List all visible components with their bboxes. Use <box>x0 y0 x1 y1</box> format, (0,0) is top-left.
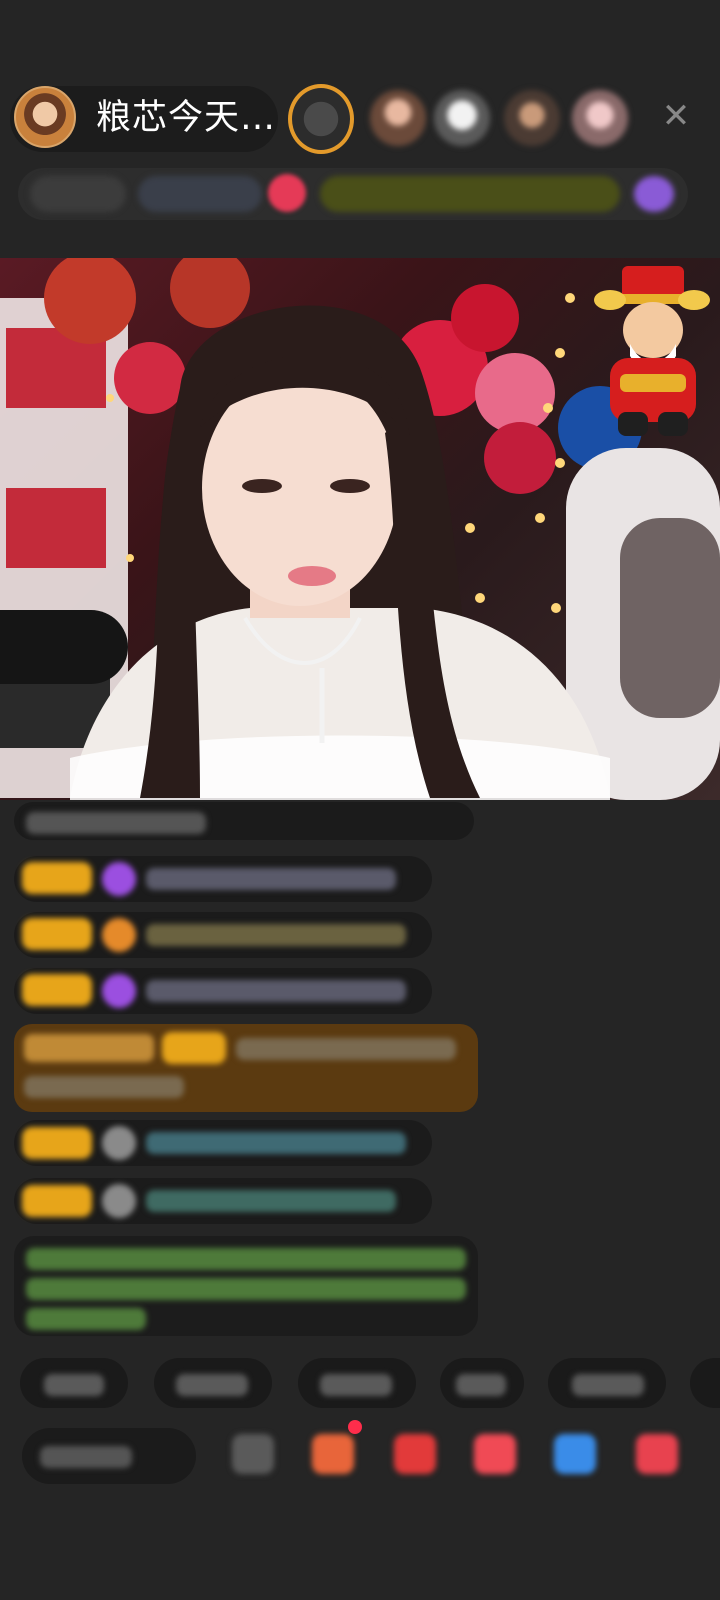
tag[interactable] <box>320 176 620 212</box>
microphone-icon <box>0 610 128 684</box>
quick-action-label <box>572 1374 644 1396</box>
chat-message-text <box>146 1190 396 1212</box>
level-badge <box>22 1127 92 1159</box>
quick-action-label <box>456 1374 506 1396</box>
gift-bag-icon[interactable] <box>394 1434 436 1474</box>
comment-input-placeholder <box>40 1446 132 1468</box>
notification-dot <box>348 1420 362 1434</box>
chat-message-text <box>146 980 406 1002</box>
purple-gem-icon <box>102 974 136 1008</box>
highlight-tag <box>24 1034 154 1062</box>
chat-message-text <box>146 1132 406 1154</box>
avatar-icon <box>102 1126 136 1160</box>
host-name[interactable]: 粮芯今天… <box>96 96 276 140</box>
level-badge <box>22 862 92 894</box>
level-badge <box>162 1032 226 1064</box>
viewer-avatar[interactable] <box>572 90 628 146</box>
level-badge <box>22 1185 92 1217</box>
level-badge <box>22 918 92 950</box>
god-of-wealth-icon <box>594 266 710 436</box>
level-badge <box>22 974 92 1006</box>
chat-message-text <box>236 1038 456 1060</box>
emoji-icon[interactable] <box>232 1434 274 1474</box>
quick-action-button[interactable] <box>690 1358 720 1408</box>
quick-action-label <box>320 1374 392 1396</box>
live-video[interactable] <box>0 258 720 800</box>
quick-action-label <box>176 1374 248 1396</box>
purple-gem-icon <box>102 862 136 896</box>
orange-icon <box>102 918 136 952</box>
viewer-avatar[interactable] <box>504 90 560 146</box>
red-circle-icon[interactable] <box>268 174 306 212</box>
chat-message-text <box>146 924 406 946</box>
avatar-icon <box>102 1184 136 1218</box>
purple-icon[interactable] <box>634 176 674 212</box>
prize-icon[interactable] <box>636 1434 678 1474</box>
tag[interactable] <box>30 176 126 212</box>
system-notice-text <box>26 1308 146 1330</box>
quick-action-label <box>44 1374 104 1396</box>
system-notice-text <box>26 1278 466 1300</box>
chat-message-text <box>26 812 206 834</box>
system-notice-text <box>26 1248 466 1270</box>
gift-box-icon[interactable] <box>312 1434 354 1474</box>
close-icon[interactable]: ✕ <box>656 96 696 136</box>
god-of-wealth-sticker[interactable] <box>592 264 712 440</box>
viewer-avatar[interactable] <box>370 90 426 146</box>
tag[interactable] <box>138 176 262 212</box>
viewer-avatar[interactable] <box>434 90 490 146</box>
host-avatar[interactable] <box>14 86 76 148</box>
red-heart-icon[interactable] <box>474 1434 516 1474</box>
game-icon[interactable] <box>554 1434 596 1474</box>
viewer-avatar[interactable] <box>288 84 354 154</box>
chat-message-text <box>24 1076 184 1098</box>
chat-message-text <box>146 868 396 890</box>
